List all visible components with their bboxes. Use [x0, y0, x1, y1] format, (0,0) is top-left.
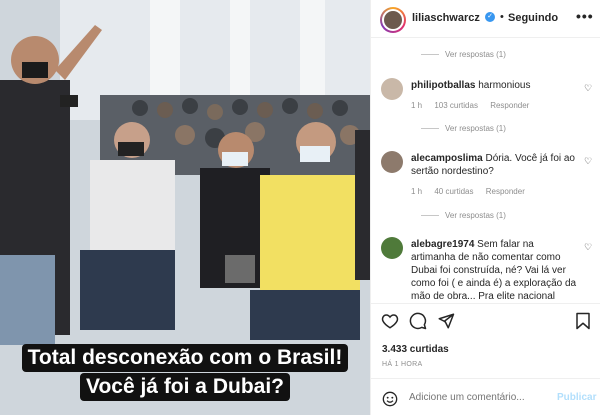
likes-count[interactable]: 3.433 curtidas: [382, 344, 449, 355]
view-replies-label: Ver respostas (1): [445, 211, 506, 220]
view-replies-link[interactable]: Ver respostas (1): [421, 50, 506, 59]
replies-line: [421, 54, 439, 56]
caption-line-1-wrap: Total desconexão com o Brasil!: [0, 344, 370, 372]
comment-meta: 1 h 103 curtidas Responder: [411, 101, 539, 110]
add-comment-bar: Publicar: [371, 378, 600, 415]
publish-button[interactable]: Publicar: [557, 392, 596, 403]
comment-reply-button[interactable]: Responder: [490, 101, 529, 110]
post-photo[interactable]: Total desconexão com o Brasil! Você já f…: [0, 0, 370, 415]
comment-username[interactable]: alecamposlima: [411, 153, 483, 164]
replies-line: [421, 128, 439, 130]
comment-meta: 1 h 40 curtidas Responder: [411, 187, 535, 196]
view-replies-link[interactable]: Ver respostas (1): [421, 124, 506, 133]
avatar[interactable]: [380, 7, 406, 33]
comment-text: alebagre1974 Sem falar na artimanha de n…: [411, 238, 581, 302]
view-replies-label: Ver respostas (1): [445, 124, 506, 133]
comment-time: 1 h: [411, 187, 423, 196]
post-actions: 3.433 curtidas HÁ 1 HORA Publicar: [371, 303, 600, 415]
comment-body: harmonious: [478, 80, 531, 91]
comment-like-icon[interactable]: ♡: [584, 83, 592, 94]
comment-like-icon[interactable]: ♡: [584, 242, 592, 253]
comment-username[interactable]: alebagre1974: [411, 239, 474, 250]
bookmark-save-icon[interactable]: [575, 312, 591, 330]
post-timestamp[interactable]: HÁ 1 HORA: [382, 361, 422, 368]
avatar-image: [384, 11, 402, 29]
comment-like-icon[interactable]: ♡: [584, 156, 592, 167]
post-side-panel: liliaschwarcz ✓ • Seguindo ••• Ver respo…: [370, 0, 600, 415]
post-header: liliaschwarcz ✓ • Seguindo •••: [371, 0, 600, 38]
verified-badge-icon: ✓: [485, 12, 495, 22]
share-send-icon[interactable]: [437, 312, 455, 330]
comment-input[interactable]: [409, 392, 549, 403]
like-heart-icon[interactable]: [381, 312, 399, 330]
photo-caption-line-1: Total desconexão com o Brasil!: [21, 344, 349, 372]
comment-reply-button[interactable]: Responder: [486, 187, 525, 196]
following-button[interactable]: Seguindo: [508, 12, 558, 24]
comment-username[interactable]: philipotballas: [411, 80, 475, 91]
photo-caption-line-2: Você já foi a Dubai?: [80, 373, 290, 401]
view-replies-label: Ver respostas (1): [445, 50, 506, 59]
comment-avatar[interactable]: [381, 151, 403, 173]
comment-likes[interactable]: 40 curtidas: [434, 187, 473, 196]
caption-line-2-wrap: Você já foi a Dubai?: [0, 373, 370, 401]
comments-list[interactable]: Ver respostas (1) philipotballas harmoni…: [371, 39, 600, 302]
comment-likes[interactable]: 103 curtidas: [434, 101, 478, 110]
more-options-icon[interactable]: •••: [576, 8, 594, 24]
comment-text: alecamposlima Dória. Você já foi ao sert…: [411, 152, 581, 178]
comment-avatar[interactable]: [381, 78, 403, 100]
comment-text: philipotballas harmonious: [411, 79, 581, 92]
emoji-icon[interactable]: [382, 391, 398, 407]
comment-avatar[interactable]: [381, 237, 403, 259]
view-replies-link[interactable]: Ver respostas (1): [421, 211, 506, 220]
header-username[interactable]: liliaschwarcz: [412, 12, 480, 24]
comment-time: 1 h: [411, 101, 423, 110]
replies-line: [421, 215, 439, 217]
header-separator: •: [500, 11, 504, 23]
comment-bubble-icon[interactable]: [409, 312, 427, 330]
